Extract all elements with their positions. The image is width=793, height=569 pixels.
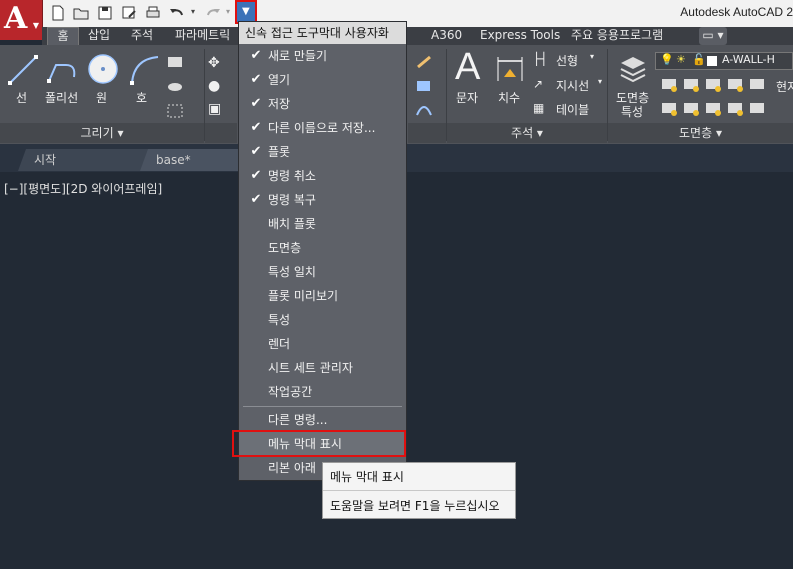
menu-item-plot[interactable]: ✔ 플롯 — [239, 140, 406, 164]
menu-item-render[interactable]: 렌더 — [239, 332, 406, 356]
app-title: Autodesk AutoCAD 2 — [680, 5, 793, 19]
menu-item-save-as[interactable]: ✔ 다른 이름으로 저장... — [239, 116, 406, 140]
layer-dropdown[interactable]: 💡 ☀ 🔓 A-WALL-H — [655, 52, 793, 70]
application-menu-button[interactable]: A ▼ — [0, 0, 43, 40]
layers-panel-title[interactable]: 도면층 ▾ — [608, 123, 793, 143]
chevron-down-icon[interactable]: ▾ — [590, 52, 594, 61]
tab-featured-apps[interactable]: 주요 응용프로그램 — [571, 27, 663, 45]
menu-item-redo[interactable]: ✔ 명령 복구 — [239, 188, 406, 212]
menu-divider — [243, 406, 402, 407]
menu-item-open[interactable]: ✔ 열기 — [239, 68, 406, 92]
customize-quick-access-menu: 신속 접근 도구막대 사용자화 ✔ 새로 만들기 ✔ 열기 ✔ 저장 ✔ 다른 이름으로… — [238, 21, 407, 481]
move-icon[interactable]: ✥ — [208, 55, 220, 71]
tooltip: 메뉴 막대 표시 도움말을 보려면 F1을 누르십시오 — [322, 462, 516, 519]
tab-a360[interactable]: A360 — [431, 27, 462, 45]
menu-item-sheet-set-manager[interactable]: 시트 세트 관리자 — [239, 356, 406, 380]
line-tool-icon[interactable] — [6, 53, 40, 87]
tooltip-help-text: 도움말을 보려면 F1을 누르십시오 — [330, 499, 500, 513]
dropdown-arrow-icon: ▼ — [242, 6, 250, 17]
tab-insert[interactable]: 삽입 — [88, 27, 110, 45]
arc-label[interactable]: 호 — [136, 89, 147, 106]
menu-item-highlight-box — [232, 430, 406, 457]
menu-item-batch-plot[interactable]: 배치 플롯 — [239, 212, 406, 236]
dimension-label[interactable]: 치수 — [498, 89, 520, 106]
menu-item-save[interactable]: ✔ 저장 — [239, 92, 406, 116]
polyline-label[interactable]: 폴리선 — [45, 89, 78, 106]
open-folder-icon[interactable] — [72, 4, 90, 22]
menu-item-match-properties[interactable]: 특성 일치 — [239, 260, 406, 284]
checkmark-icon: ✔ — [250, 192, 262, 207]
sun-icon: ☀ — [676, 53, 686, 66]
menu-item-properties[interactable]: 특성 — [239, 308, 406, 332]
copy-icon[interactable]: ▣ — [208, 101, 221, 117]
checkmark-icon: ✔ — [250, 72, 262, 87]
lightbulb-icon: 💡 — [660, 53, 674, 66]
new-file-icon[interactable] — [49, 4, 67, 22]
text-tool-icon[interactable]: A — [455, 47, 480, 87]
tab-home[interactable]: 홈 — [47, 27, 79, 45]
modify-panel-title-right[interactable] — [408, 123, 446, 143]
tab-annotate[interactable]: 주석 — [131, 27, 153, 45]
modify-panel-title[interactable] — [205, 123, 237, 143]
tab-start[interactable]: 시작 — [17, 149, 155, 171]
tab-overflow-button[interactable]: ▭ ▾ — [699, 27, 727, 45]
autocad-logo: A — [4, 1, 28, 36]
tooltip-divider — [323, 490, 515, 491]
tab-base-label: base* — [156, 153, 191, 167]
plot-icon[interactable] — [144, 4, 162, 22]
checkmark-icon: ✔ — [250, 168, 262, 183]
polyline-tool-icon[interactable] — [46, 53, 80, 87]
ribbon-tab-bar: 홈 삽입 주석 파라메트릭 A360 Express Tools 주요 응용프로… — [42, 27, 793, 45]
rotate-icon[interactable]: ● — [208, 78, 220, 94]
layer-tool-icons[interactable] — [660, 75, 765, 121]
undo-dropdown-icon[interactable]: ▾ — [191, 7, 195, 16]
linear-label[interactable]: 선형 — [556, 52, 578, 69]
menu-item-plot-preview[interactable]: 플롯 미리보기 — [239, 284, 406, 308]
modify-extra-icons[interactable] — [414, 53, 434, 123]
lock-icon: 🔓 — [692, 53, 706, 66]
annotation-panel-title[interactable]: 주석 ▾ — [447, 123, 607, 143]
current-layer-name: A-WALL-H — [722, 53, 775, 66]
chevron-down-icon: ▼ — [32, 21, 39, 30]
save-icon[interactable] — [96, 4, 114, 22]
layer-properties-label-line2[interactable]: 특성 — [621, 103, 643, 120]
layer-properties-icon[interactable] — [617, 53, 649, 85]
tab-start-label: 시작 — [34, 153, 57, 167]
circle-tool-icon[interactable] — [87, 53, 119, 85]
circle-label[interactable]: 원 — [96, 89, 107, 106]
leader-label[interactable]: 지시선 — [556, 77, 589, 94]
redo-dropdown-icon[interactable]: ▾ — [226, 7, 230, 16]
table-icon[interactable]: ▦ — [533, 101, 544, 115]
undo-icon[interactable] — [168, 4, 186, 22]
chevron-down-icon[interactable]: ▾ — [598, 77, 602, 86]
checkmark-icon: ✔ — [250, 144, 262, 159]
menu-item-workspace[interactable]: 작업공간 — [239, 380, 406, 404]
tab-parametric[interactable]: 파라메트릭 — [175, 27, 230, 45]
layer-current-label[interactable]: 현지 — [776, 78, 793, 95]
menu-item-more-commands[interactable]: 다른 명령... — [239, 408, 406, 432]
leader-icon[interactable]: ↗ — [533, 77, 543, 91]
redo-icon[interactable] — [204, 4, 222, 22]
viewport-controls[interactable]: [−][평면도][2D 와이어프레임] — [4, 180, 162, 197]
dimension-tool-icon[interactable] — [494, 53, 526, 85]
table-label[interactable]: 테이블 — [556, 101, 589, 118]
tooltip-title: 메뉴 막대 표시 — [330, 470, 404, 484]
tab-express-tools[interactable]: Express Tools — [480, 27, 560, 45]
arc-tool-icon[interactable] — [128, 53, 162, 87]
text-label[interactable]: 문자 — [456, 89, 478, 106]
menu-header: 신속 접근 도구막대 사용자화 — [239, 22, 406, 44]
layer-color-swatch — [707, 56, 717, 66]
save-as-icon[interactable] — [120, 4, 138, 22]
menu-item-undo[interactable]: ✔ 명령 취소 — [239, 164, 406, 188]
line-label[interactable]: 선 — [16, 89, 27, 106]
draw-more-tools-icon[interactable] — [165, 53, 193, 123]
checkmark-icon: ✔ — [250, 96, 262, 111]
draw-panel-title[interactable]: 그리기 ▾ — [0, 123, 204, 143]
menu-item-layer[interactable]: 도면층 — [239, 236, 406, 260]
checkmark-icon: ✔ — [250, 120, 262, 135]
menu-item-new[interactable]: ✔ 새로 만들기 — [239, 44, 406, 68]
linear-dimension-icon[interactable]: ├┤ — [533, 52, 547, 66]
checkmark-icon: ✔ — [250, 48, 262, 63]
